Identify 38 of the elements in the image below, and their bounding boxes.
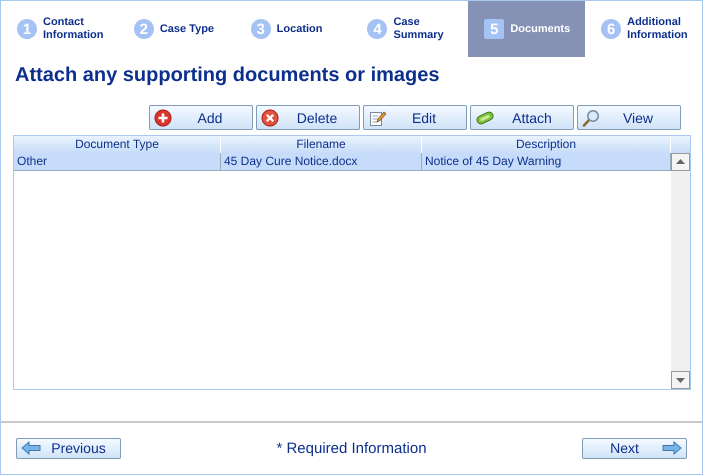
step-label: Location bbox=[276, 22, 322, 36]
right-arrow-icon bbox=[662, 441, 682, 455]
wizard-step[interactable]: 3 Location bbox=[234, 1, 352, 57]
page-heading: Attach any supporting documents or images bbox=[15, 64, 440, 87]
step-label: Case Type bbox=[160, 22, 214, 36]
step-number: 2 bbox=[134, 19, 154, 39]
step-number: 6 bbox=[601, 19, 622, 39]
wizard-step[interactable]: 6 Additional Information bbox=[585, 1, 702, 57]
delete-icon bbox=[261, 108, 279, 126]
search-icon bbox=[582, 108, 600, 126]
step-number: 1 bbox=[17, 19, 37, 39]
required-note: * Required Information bbox=[276, 440, 427, 456]
wizard-step[interactable]: 4 Case Summary bbox=[351, 1, 468, 57]
step-number: 3 bbox=[250, 19, 271, 39]
left-arrow-icon bbox=[21, 441, 41, 455]
edit-icon bbox=[368, 108, 386, 126]
previous-button[interactable]: Previous bbox=[16, 438, 121, 458]
step-number: 4 bbox=[367, 19, 388, 39]
add-button[interactable]: Add bbox=[149, 105, 253, 130]
wizard-step[interactable]: 1 Contact Information bbox=[1, 1, 118, 57]
next-button[interactable]: Next bbox=[582, 438, 687, 458]
table-row[interactable]: Other 45 Day Cure Notice.docx Notice of 45 Day Warning bbox=[14, 153, 671, 170]
table-cell: Notice of 45 Day Warning bbox=[422, 153, 671, 171]
scroll-up-button[interactable] bbox=[671, 153, 690, 171]
step-number: 5 bbox=[484, 19, 504, 39]
view-button[interactable]: View bbox=[577, 105, 681, 130]
step-label: Case Summary bbox=[393, 16, 445, 42]
add-icon bbox=[154, 108, 172, 126]
attach-button[interactable]: Attach bbox=[470, 105, 574, 130]
edit-button[interactable]: Edit bbox=[363, 105, 467, 130]
table-cell: 45 Day Cure Notice.docx bbox=[221, 153, 422, 171]
delete-button[interactable]: Delete bbox=[256, 105, 360, 130]
scroll-down-button[interactable] bbox=[671, 371, 690, 389]
wizard-step[interactable]: 2 Case Type bbox=[118, 1, 235, 57]
step-label: Additional Information bbox=[627, 16, 689, 42]
table-cell: Other bbox=[14, 153, 221, 171]
step-label: Contact Information bbox=[43, 16, 104, 42]
step-label: Documents bbox=[510, 22, 570, 36]
